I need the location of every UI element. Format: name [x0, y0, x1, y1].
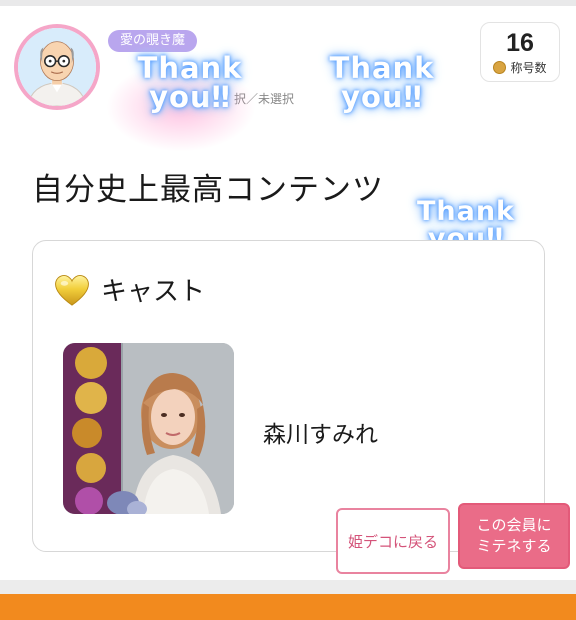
card-header: キャスト	[53, 271, 205, 308]
thank-you-sticker: Thank you‼	[106, 54, 274, 112]
mitene-button-line1: この会員に	[476, 516, 552, 534]
avatar[interactable]	[14, 24, 100, 110]
thank-you-sticker-line1: Thank	[329, 51, 435, 85]
title-count-value: 16	[506, 29, 534, 57]
thank-you-sticker-line1: Thank	[416, 196, 516, 227]
cast-photo[interactable]	[63, 343, 234, 514]
thank-you-sticker: Thank you‼	[298, 54, 466, 112]
thank-you-word: you	[149, 80, 212, 114]
section-title: 自分史上最高コンテンツ	[32, 172, 384, 208]
gold-heart-icon	[55, 274, 89, 306]
title-count-box[interactable]: 16 称号数	[480, 22, 560, 82]
back-to-hime-deco-button[interactable]: 姫デコに戻る	[336, 508, 450, 574]
bald-man-with-glasses-icon	[18, 28, 96, 106]
thank-you-mark: ‼	[211, 80, 231, 114]
title-count-label: 称号数	[510, 61, 547, 75]
thank-you-sticker-line2: you‼	[298, 83, 466, 112]
thank-you-sticker-line2: you‼	[106, 83, 274, 112]
thank-you-sticker-line1: Thank	[137, 51, 243, 85]
bottom-divider	[0, 580, 576, 594]
thank-you-word: you	[341, 80, 404, 114]
card-label: キャスト	[101, 277, 206, 307]
cast-portrait	[63, 343, 234, 514]
mitene-button-line2: ミテネする	[476, 537, 552, 555]
thank-you-mark: ‼	[403, 80, 423, 114]
title-badge[interactable]: 愛の覗き魔	[108, 30, 198, 52]
bottom-accent-bar	[0, 594, 576, 620]
cast-name[interactable]: 森川すみれ	[263, 415, 378, 449]
coin-icon	[493, 61, 507, 74]
mitene-member-button[interactable]: この会員に ミテネする	[458, 503, 570, 569]
top-divider	[0, 0, 576, 6]
